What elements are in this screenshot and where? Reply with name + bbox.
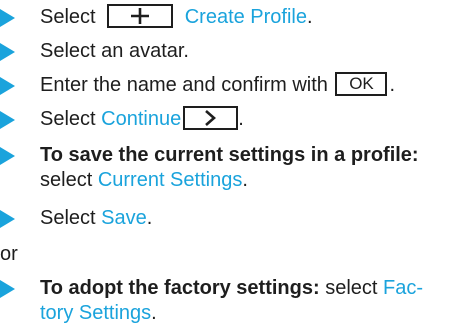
bullet-arrow-icon (0, 43, 15, 61)
current-settings-link[interactable]: Current Settings (98, 169, 243, 191)
chevron-right-icon[interactable] (183, 105, 239, 130)
create-profile-link[interactable]: Create Profile (185, 6, 307, 28)
step-end: . (389, 74, 396, 96)
factory-settings-link[interactable]: Fac- (383, 277, 423, 299)
bullet-arrow-icon (0, 210, 15, 228)
bullet-arrow-icon (0, 111, 15, 129)
bullet-arrow-icon (0, 9, 15, 27)
bullet-arrow-icon (0, 147, 15, 165)
step-text: Select (40, 108, 96, 130)
step-text: Select an avatar. (40, 40, 189, 62)
step-end: . (151, 302, 157, 324)
step-end: . (242, 169, 248, 191)
continue-link[interactable]: Continue (101, 108, 181, 130)
condition-heading: To save the current settings in a profil… (40, 144, 419, 166)
factory-settings-link-cont[interactable]: tory Settings (40, 302, 151, 324)
save-link[interactable]: Save (101, 207, 147, 229)
step-end: . (238, 108, 244, 130)
or-separator: or (0, 243, 18, 265)
bullet-arrow-icon (0, 280, 15, 298)
step-text: select (40, 169, 93, 191)
step-end: . (146, 207, 153, 229)
step-text: select (325, 277, 378, 299)
plus-icon[interactable] (107, 3, 174, 28)
condition-heading: To adopt the factory settings: (40, 277, 320, 299)
ok-button[interactable]: OK (335, 71, 388, 96)
step-text: Enter the name and confirm with (40, 74, 328, 96)
step-text: Select (40, 207, 96, 229)
step-end: . (307, 6, 313, 28)
bullet-arrow-icon (0, 77, 15, 95)
step-text: Select (40, 6, 96, 28)
